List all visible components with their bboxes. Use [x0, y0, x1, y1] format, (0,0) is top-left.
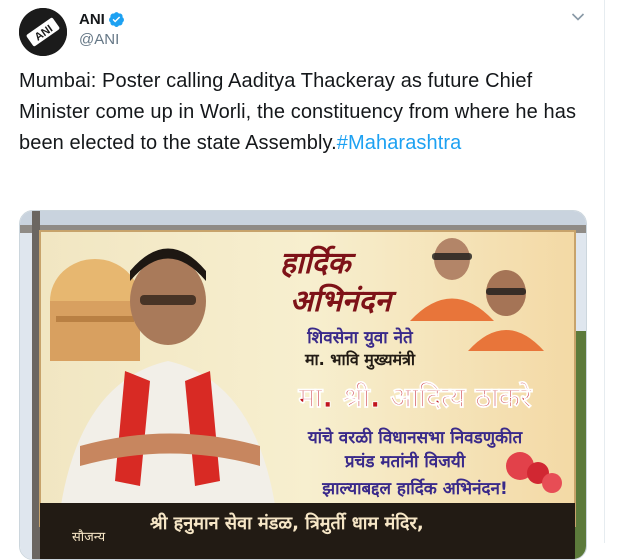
poster-line-3: मा. श्री. आदित्य ठाकरे — [297, 381, 533, 414]
avatar[interactable]: ANI — [19, 8, 67, 56]
author-name-row[interactable]: ANI — [79, 11, 125, 28]
poster-headline-2: अभिनंदन — [290, 283, 397, 319]
poster-line-1: शिवसेना युवा नेते — [306, 327, 414, 348]
poster-image: हार्दिक अभिनंदन शिवसेना युवा नेते मा. भा… — [20, 211, 586, 559]
ani-logo: ANI — [19, 8, 67, 56]
poster-headline-1: हार्दिक — [280, 245, 356, 281]
poster-footer-text: श्री हनुमान सेवा मंडळ, त्रिमुर्ती धाम मं… — [150, 512, 424, 535]
tweet-text: Mumbai: Poster calling Aaditya Thackeray… — [19, 66, 589, 159]
chevron-down-icon[interactable] — [571, 12, 585, 22]
poster-line-4: यांचे वरळी विधानसभा निवडणुकीत — [307, 427, 524, 448]
tweet-photo[interactable]: हार्दिक अभिनंदन शिवसेना युवा नेते मा. भा… — [19, 210, 587, 560]
poster-line-6: झाल्याबद्दल हार्दिक अभिनंदन! — [321, 478, 508, 499]
author-handle[interactable]: @ANI — [79, 31, 119, 48]
hashtag-link[interactable]: #Maharashtra — [337, 132, 462, 154]
verified-badge-icon — [108, 12, 124, 27]
tweet-card[interactable]: ANI ANI @ANI Mumbai: Poster calling Aadi… — [0, 0, 626, 560]
display-name[interactable]: ANI — [79, 11, 105, 28]
poster-line-5: प्रचंड मतांनी विजयी — [344, 451, 466, 472]
timeline-divider — [604, 0, 605, 543]
tweet-body: Mumbai: Poster calling Aaditya Thackeray… — [19, 70, 577, 154]
poster-line-2: मा. भावि मुख्यमंत्री — [304, 350, 416, 370]
